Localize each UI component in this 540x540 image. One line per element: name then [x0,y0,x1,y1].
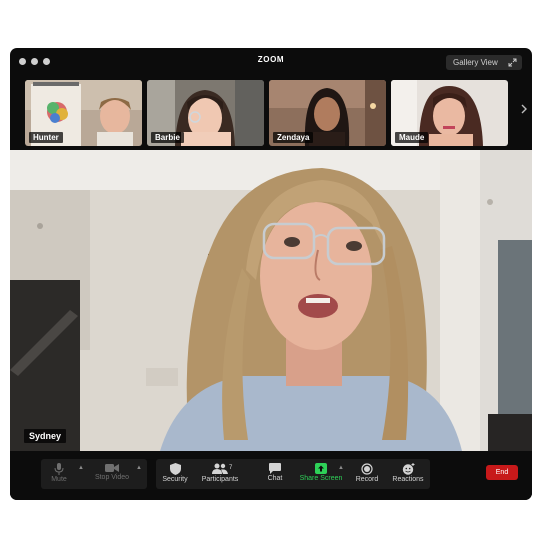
participant-tile-zendaya[interactable]: Zendaya [269,80,386,146]
video-caret-icon[interactable]: ▲ [136,465,142,471]
microphone-icon [54,463,64,475]
participants-count: 7 [229,465,233,471]
participant-tile-maude[interactable]: Maude [391,80,508,146]
participants-button[interactable]: 7 Participants [194,459,246,483]
chevron-right-icon[interactable] [520,104,528,114]
participant-name-zendaya: Zendaya [273,132,314,143]
active-speaker-image [10,150,532,451]
shield-icon [169,463,181,475]
end-meeting-button[interactable]: End [486,465,518,480]
fullscreen-icon[interactable] [508,58,517,67]
participant-name-hunter: Hunter [29,132,63,143]
participants-icon [212,463,228,474]
chat-icon [269,463,281,474]
active-speaker-video: Sydney [10,150,532,451]
participant-tile-hunter[interactable]: Hunter [25,80,142,146]
video-camera-icon [105,464,119,472]
security-button[interactable]: Security [156,459,194,483]
gallery-view-button[interactable]: Gallery View [446,55,522,70]
zoom-window: ZOOM Gallery View Hunter Barbie Zendaya … [10,48,532,500]
emoji-reaction-icon [402,463,414,475]
meeting-toolbar: Mute ▲ Stop Video ▲ Security 7 Participa… [10,453,532,500]
record-button[interactable]: Record [348,459,386,483]
security-label: Security [162,476,188,483]
mute-button[interactable]: Mute [39,459,79,483]
active-speaker-name: Sydney [24,429,67,443]
record-icon [361,463,373,475]
record-label: Record [355,476,379,483]
mute-caret-icon[interactable]: ▲ [78,465,84,471]
share-screen-label: Share Screen [299,475,343,482]
reactions-button[interactable]: Reactions [384,459,432,483]
participant-name-maude-text: Maude [399,133,425,142]
share-screen-caret-icon[interactable]: ▲ [338,465,344,471]
stop-video-label: Stop Video [94,474,130,481]
reactions-label: Reactions [392,476,424,483]
mute-label: Mute [51,476,67,483]
audio-video-controls: Mute ▲ Stop Video ▲ [41,459,147,489]
stop-video-button[interactable]: Stop Video [89,459,135,481]
meeting-controls: Security 7 Participants Chat Share Scree… [156,459,430,489]
participant-name-barbie: Barbie [151,132,184,143]
participant-tile-barbie[interactable]: Barbie [147,80,264,146]
title-bar: ZOOM Gallery View [10,48,532,76]
participant-name-maude: Maude [395,132,429,143]
gallery-view-label: Gallery View [453,58,498,67]
share-screen-icon [315,463,327,474]
